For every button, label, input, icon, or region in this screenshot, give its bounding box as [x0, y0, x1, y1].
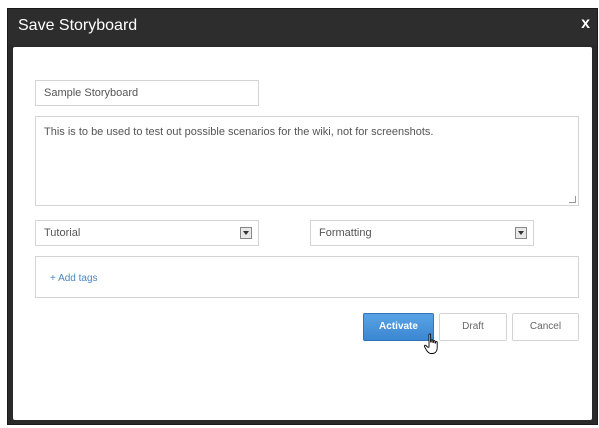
add-tags-link[interactable]: + Add tags [50, 273, 98, 284]
draft-button[interactable]: Draft [439, 313, 507, 341]
storyboard-description-textarea[interactable]: This is to be used to test out possible … [35, 116, 579, 206]
save-storyboard-dialog: Save Storyboard x Sample Storyboard This… [7, 8, 598, 425]
subcategory-select-value: Formatting [319, 227, 372, 239]
dialog-title: Save Storyboard [18, 17, 138, 34]
cancel-button[interactable]: Cancel [512, 313, 579, 341]
category-select-value: Tutorial [44, 227, 81, 239]
chevron-down-icon[interactable] [240, 227, 252, 239]
subcategory-select[interactable]: Formatting [310, 220, 534, 246]
close-button[interactable]: x [581, 15, 590, 33]
dialog-titlebar: Save Storyboard x [8, 9, 597, 45]
resize-grip-icon[interactable] [569, 196, 576, 203]
category-select[interactable]: Tutorial [35, 220, 259, 246]
chevron-down-icon[interactable] [515, 227, 527, 239]
description-text: This is to be used to test out possible … [44, 126, 434, 138]
storyboard-name-input[interactable]: Sample Storyboard [35, 80, 259, 106]
tags-field[interactable]: + Add tags [35, 256, 579, 298]
top-strip [0, 0, 599, 8]
dialog-body: Sample Storyboard This is to be used to … [13, 47, 592, 420]
hand-pointer-icon [423, 333, 438, 354]
